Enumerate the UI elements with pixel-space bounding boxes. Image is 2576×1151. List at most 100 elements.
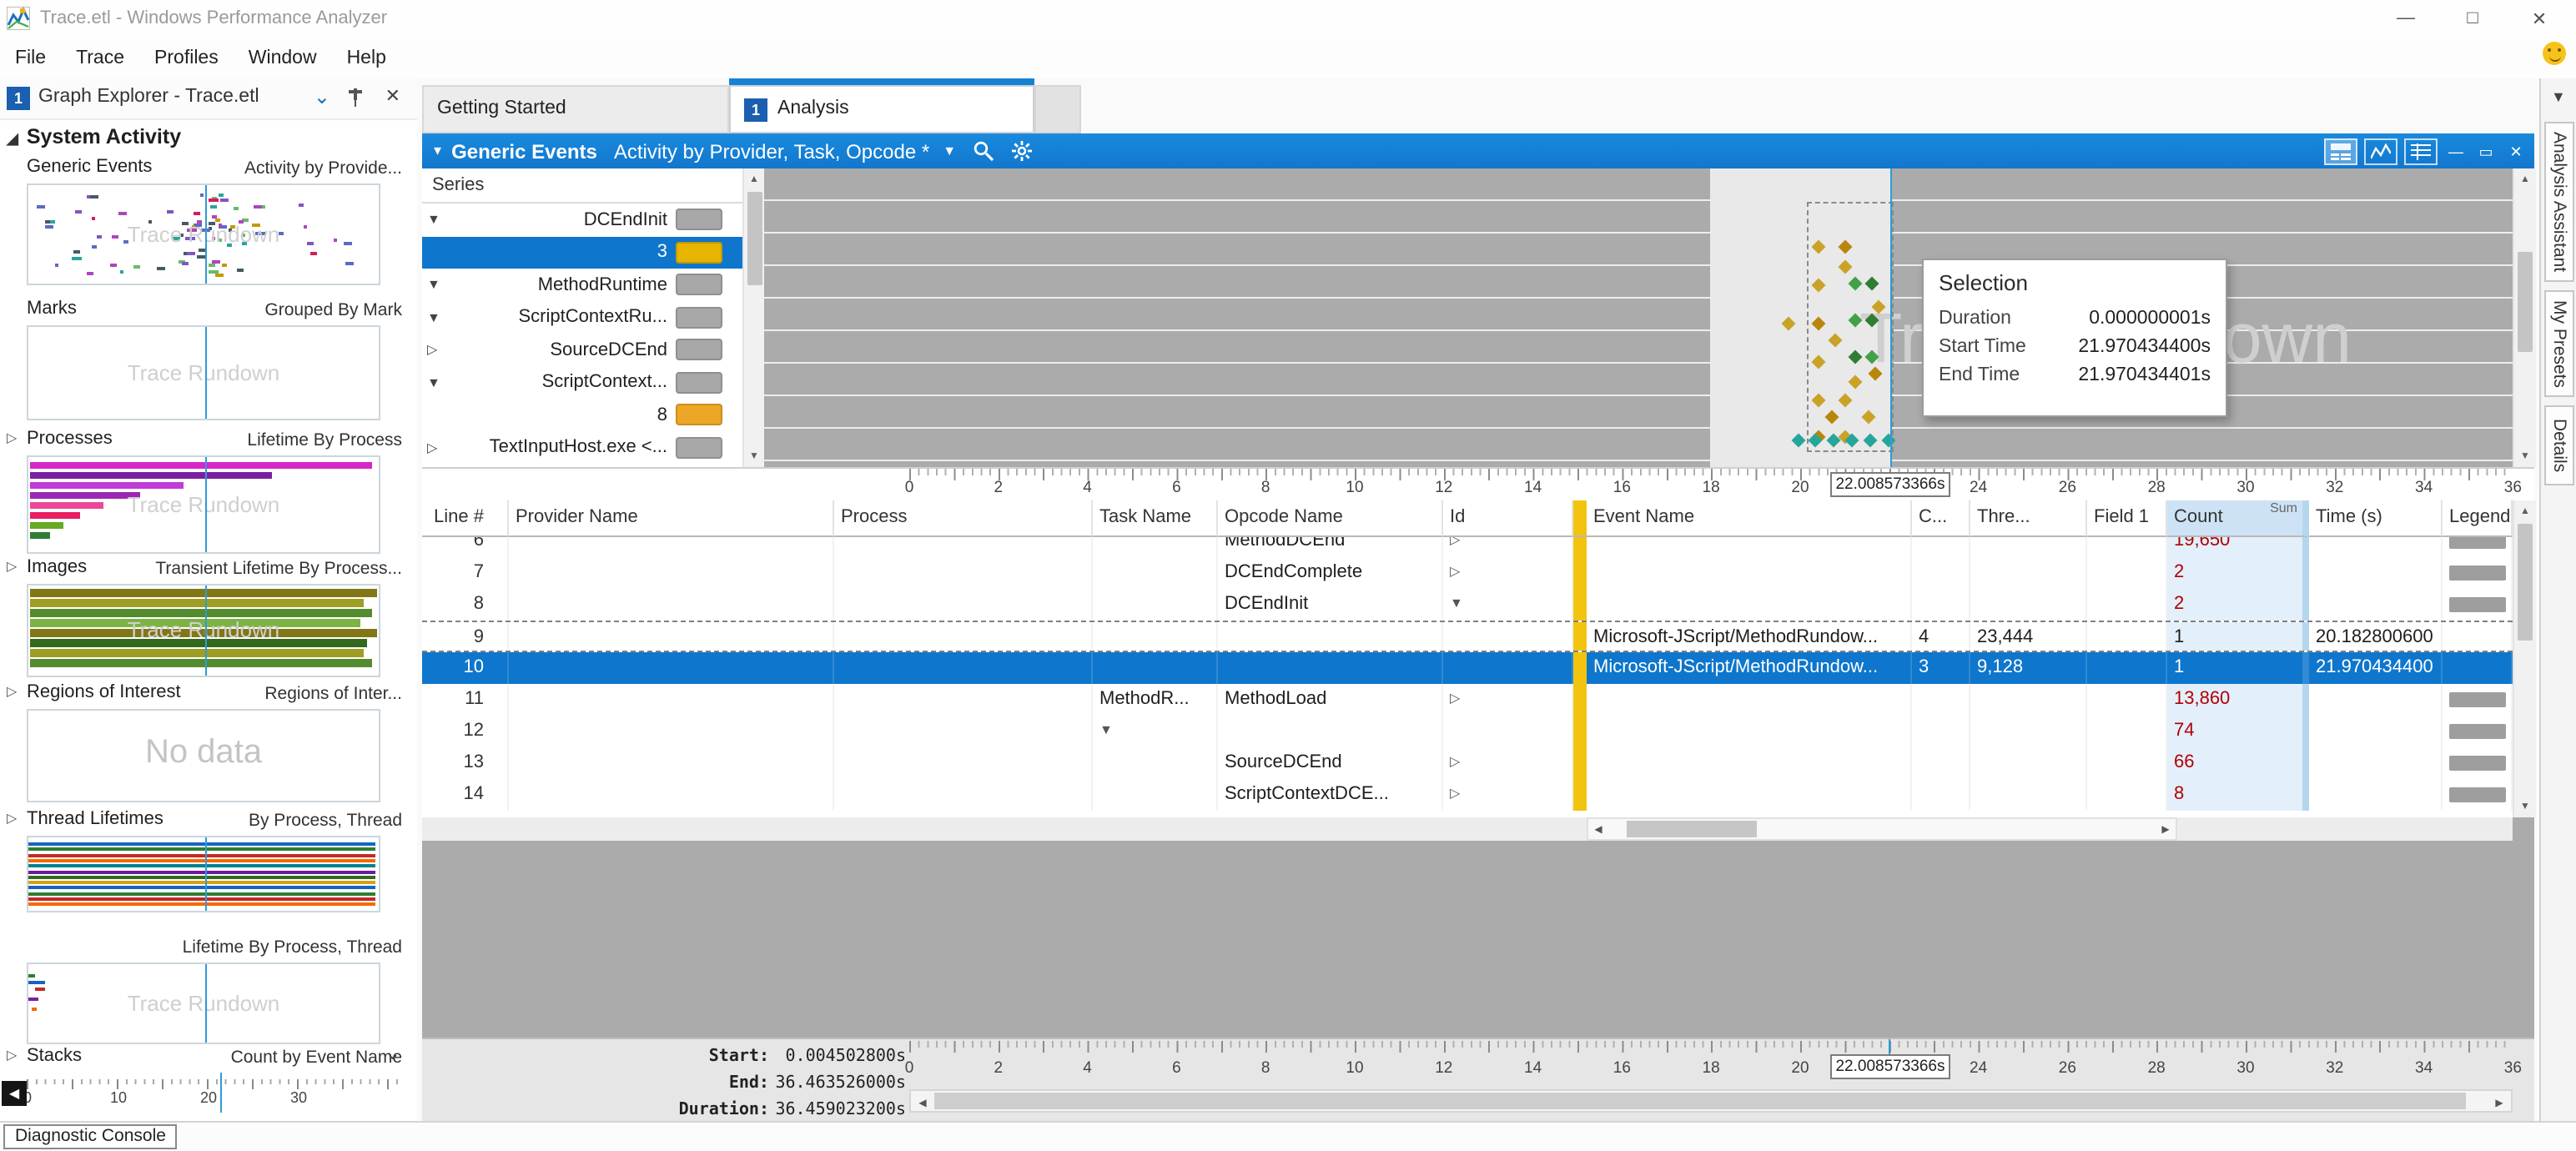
expander-icon[interactable]: ▷ [7, 811, 17, 826]
expander-icon[interactable]: ▼ [1450, 589, 1560, 619]
table-header-row[interactable]: Line # Provider Name Process Task Name Opcod… [422, 500, 2513, 537]
scroll-left-icon[interactable]: ◀ [1587, 817, 1610, 841]
graph-item-stacks[interactable]: ▷ Stacks Count by Event Name ⌄ [0, 1044, 417, 1071]
collapse-graph-icon[interactable]: ▾ [434, 142, 441, 160]
table-row-line-9[interactable]: 9 Microsoft-JScript/MethodRundow... 4 23,44… [422, 621, 2513, 652]
graph-minimize-icon[interactable]: — [2444, 140, 2468, 163]
column-header-event[interactable]: Event Name [1587, 500, 1912, 537]
menu-trace[interactable]: Trace [61, 38, 139, 78]
expander-icon[interactable]: ▷ [1450, 537, 1560, 555]
graph-item-regions-of-interest[interactable]: ▷ Regions of Interest Regions of Inter... [0, 681, 417, 707]
table-row-line-8[interactable]: 8 DCEndInit ▼3 2 [422, 589, 2513, 621]
gear-icon[interactable] [1011, 140, 1033, 162]
table-row-line-13[interactable]: 13 SourceDCEnd ▷40 66 [422, 747, 2513, 779]
graph-thumbnail[interactable]: Trace Rundown [27, 963, 380, 1044]
expander-icon[interactable]: ▷ [1450, 557, 1560, 587]
graph-thumbnail[interactable]: No data [27, 709, 380, 802]
rail-tab-details[interactable]: Details [2544, 405, 2574, 485]
series-scrollbar[interactable]: ▲ ▼ [742, 168, 764, 467]
menu-help[interactable]: Help [332, 38, 401, 78]
graph-item-lifetime-by-process-thread[interactable]: Lifetime By Process, Thread [0, 934, 417, 961]
rail-tab-my-presets[interactable]: My Presets [2544, 290, 2574, 397]
table-row-line-11[interactable]: 11 MethodR... MethodLoad ▷9 13,860 [422, 684, 2513, 716]
chevron-down-icon[interactable]: ⌄ [385, 1043, 400, 1064]
scrollbar-thumb[interactable] [747, 192, 762, 285]
series-row-methodruntime[interactable]: ▼ MethodRuntime [422, 269, 742, 301]
menu-profiles[interactable]: Profiles [139, 38, 234, 78]
table-row-line-14[interactable]: 14 ScriptContextDCE... ▷8 8 [422, 779, 2513, 811]
graph-item-thread-lifetimes[interactable]: ▷ Thread Lifetimes By Process, Thread [0, 807, 417, 834]
chevron-down-icon[interactable]: ⌄ [314, 85, 330, 108]
column-header-c[interactable]: C... [1912, 500, 1970, 537]
graph-item-processes[interactable]: ▷ Processes Lifetime By Process [0, 427, 417, 454]
series-row-8[interactable]: 8 [422, 399, 742, 431]
graph-thumbnail[interactable]: Trace Rundown [27, 183, 380, 285]
mini-timeline[interactable]: 0 10 20 30 [0, 1073, 417, 1119]
graph-item-images[interactable]: ▷ Images Transient Lifetime By Process... [0, 555, 417, 582]
expander-icon[interactable]: ▷ [1450, 684, 1560, 714]
column-header-provider[interactable]: Provider Name [509, 500, 834, 537]
graph-only-view-icon[interactable] [2364, 138, 2397, 165]
chart-scrollbar[interactable]: ▲ ▼ [2513, 168, 2536, 467]
table-row-line-6[interactable]: 6 MethodDCEnd ▷6 19,650 [422, 537, 2513, 557]
close-icon[interactable]: ✕ [385, 85, 400, 107]
scrollbar-thumb[interactable] [2518, 252, 2533, 352]
graph-thumbnail[interactable]: Trace Rundown [27, 455, 380, 554]
column-header-task[interactable]: Task Name [1093, 500, 1218, 537]
expander-icon[interactable]: ▼ [427, 213, 440, 228]
table-scrollbar[interactable]: ▲ ▼ [2513, 500, 2536, 817]
table-only-view-icon[interactable] [2404, 138, 2438, 165]
scroll-down-icon[interactable]: ▼ [744, 445, 764, 467]
expander-icon[interactable]: ▷ [1450, 779, 1560, 809]
graph-thumbnail[interactable]: Trace Rundown [27, 584, 380, 677]
series-row-textinputhost-exe-[interactable]: ▷ TextInputHost.exe <... [422, 431, 742, 464]
search-icon[interactable] [973, 140, 994, 162]
scrollbar-thumb[interactable] [1627, 821, 1757, 837]
scroll-up-icon[interactable]: ▲ [2514, 168, 2536, 190]
section-system-activity[interactable]: ◢ System Activity [7, 125, 181, 148]
analysis-graph-header[interactable]: ▾ Generic Events Activity by Provider, T… [422, 133, 2534, 168]
view-dropdown-icon[interactable]: ▼ [943, 143, 956, 158]
maximize-button[interactable]: □ [2439, 0, 2506, 37]
event-chart[interactable]: Trace Rundown Selection Duration0.000000… [762, 168, 2513, 467]
series-row-scriptcontext-[interactable]: ▼ ScriptContext... [422, 366, 742, 399]
graph-item-marks[interactable]: Marks Grouped By Mark [0, 297, 417, 324]
series-row-3[interactable]: 3 [422, 236, 742, 269]
expander-icon[interactable]: ▼ [427, 375, 440, 390]
column-header-legend[interactable]: Legend [2443, 500, 2513, 537]
column-header-time[interactable]: Time (s) [2309, 500, 2443, 537]
column-header-thread[interactable]: Thre... [1970, 500, 2087, 537]
series-row-dcendinit[interactable]: ▼ DCEndInit [422, 204, 742, 236]
column-header-line[interactable]: Line # [422, 500, 509, 537]
expander-icon[interactable]: ▷ [7, 684, 17, 699]
graph-maximize-icon[interactable]: ▭ [2474, 140, 2498, 163]
time-axis[interactable]: 024681012141618202224262830323436 22.008… [422, 467, 2534, 502]
column-header-process[interactable]: Process [834, 500, 1093, 537]
feedback-smiley-icon[interactable] [2543, 42, 2566, 65]
graph-item-generic-events[interactable]: Generic Events Activity by Provide... [0, 155, 417, 182]
graph-and-table-view-icon[interactable] [2324, 138, 2357, 165]
expander-icon[interactable]: ▼ [427, 278, 440, 293]
scroll-up-icon[interactable]: ▲ [744, 168, 764, 190]
tab-analysis[interactable]: 1 Analysis [729, 85, 1034, 133]
column-header-id[interactable]: Id [1443, 500, 1573, 537]
expander-icon[interactable]: ▷ [427, 440, 437, 455]
scroll-down-icon[interactable]: ▼ [2514, 796, 2536, 817]
rail-dropdown-icon[interactable]: ▼ [2551, 88, 2566, 105]
minimize-button[interactable]: — [2372, 0, 2439, 37]
tab-getting-started[interactable]: Getting Started [422, 85, 729, 133]
expander-icon[interactable]: ▼ [1099, 716, 1205, 746]
pin-icon[interactable] [347, 87, 364, 107]
table-horizontal-scrollbar[interactable]: ◀ ▶ [422, 817, 2513, 841]
expander-icon[interactable]: ▷ [1450, 747, 1560, 777]
graph-thumbnail[interactable]: Trace Rundown [27, 325, 380, 420]
table-row-line-12[interactable]: 12 ▼ScriptCo... 74 [422, 716, 2513, 747]
table-row-line-7[interactable]: 7 DCEndComplete ▷4 2 [422, 557, 2513, 589]
rail-tab-analysis-assistant[interactable]: Analysis Assistant [2544, 122, 2574, 282]
expander-icon[interactable]: ▼ [427, 310, 440, 325]
scroll-up-icon[interactable]: ▲ [2514, 500, 2536, 522]
close-button[interactable]: ✕ [2506, 0, 2573, 37]
series-row-scriptcontextru-[interactable]: ▼ ScriptContextRu... [422, 301, 742, 334]
diagnostic-console-button[interactable]: Diagnostic Console [3, 1124, 178, 1149]
scroll-left-icon[interactable]: ◀ [911, 1091, 934, 1114]
